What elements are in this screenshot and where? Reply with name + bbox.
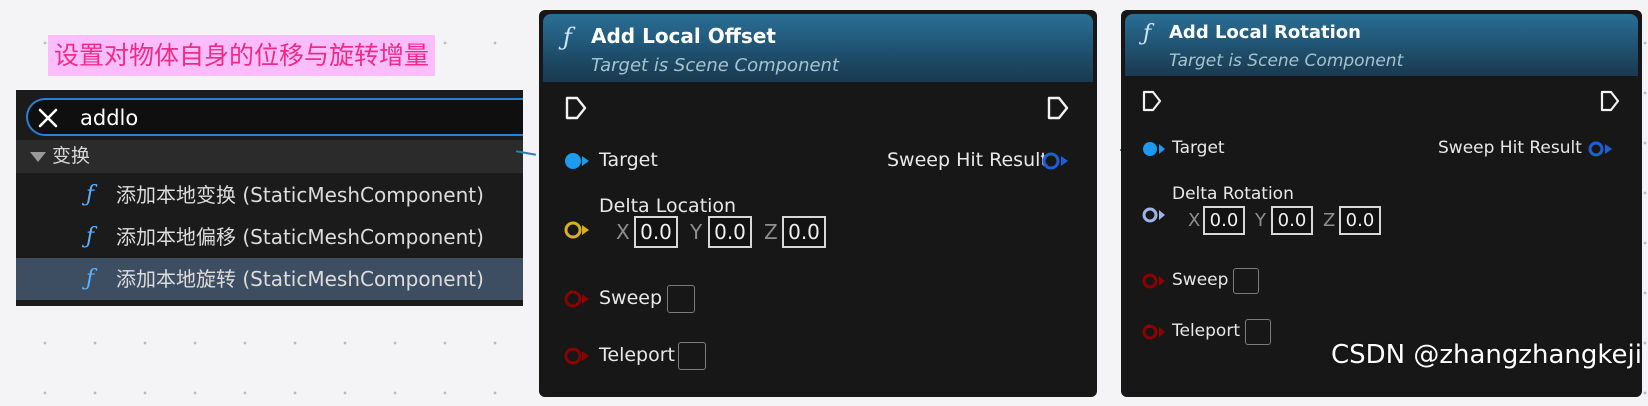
z-value-field[interactable]: 0.0 bbox=[1339, 206, 1381, 235]
sweep-pin-icon[interactable] bbox=[563, 289, 591, 309]
z-value-field[interactable]: 0.0 bbox=[782, 216, 826, 248]
x-value-field[interactable]: 0.0 bbox=[1203, 206, 1245, 235]
node-header[interactable]: ƒ Add Local Rotation Target is Scene Com… bbox=[1125, 14, 1638, 76]
clear-search-icon[interactable] bbox=[36, 106, 60, 130]
pin-output-label: Sweep Hit Result bbox=[1438, 138, 1582, 158]
search-panel: 变换 ƒ 添加本地变换 (StaticMeshComponent) ƒ 添加本地… bbox=[16, 90, 523, 306]
teleport-checkbox[interactable] bbox=[678, 342, 706, 370]
teleport-pin-icon[interactable] bbox=[563, 346, 591, 366]
teleport-pin-icon[interactable] bbox=[1141, 323, 1167, 341]
target-pin-icon[interactable] bbox=[1141, 140, 1167, 158]
watermark: CSDN @zhangzhangkeji bbox=[1330, 340, 1642, 370]
exec-in-icon[interactable] bbox=[564, 95, 588, 121]
result-label: 添加本地旋转 (StaticMeshComponent) bbox=[116, 267, 484, 291]
hit-result-pin-icon[interactable] bbox=[1587, 140, 1615, 158]
vector-pin-icon[interactable] bbox=[563, 220, 591, 240]
pin-delta-location-label: Delta Location bbox=[599, 195, 737, 217]
category-label: 变换 bbox=[52, 145, 91, 167]
pin-target-label: Target bbox=[599, 149, 658, 171]
sweep-checkbox[interactable] bbox=[1233, 268, 1259, 294]
pin-target-label: Target bbox=[1172, 138, 1225, 158]
exec-in-icon[interactable] bbox=[1141, 89, 1163, 113]
search-box[interactable] bbox=[26, 98, 523, 136]
node-title: Add Local Rotation bbox=[1169, 22, 1361, 43]
hit-result-pin-icon[interactable] bbox=[1041, 151, 1071, 171]
pin-delta-rotation-label: Delta Rotation bbox=[1172, 184, 1294, 204]
y-label: Y bbox=[1255, 210, 1266, 231]
function-icon: ƒ bbox=[86, 182, 95, 207]
y-label: Y bbox=[690, 220, 703, 244]
node-header[interactable]: ƒ Add Local Offset Target is Scene Compo… bbox=[543, 14, 1093, 82]
x-label: X bbox=[1188, 210, 1201, 231]
node-add-local-rotation[interactable]: ƒ Add Local Rotation Target is Scene Com… bbox=[1121, 10, 1642, 397]
pin-teleport-label: Teleport bbox=[599, 344, 675, 366]
result-add-local-offset[interactable]: ƒ 添加本地偏移 (StaticMeshComponent) bbox=[16, 216, 523, 258]
x-value-field[interactable]: 0.0 bbox=[634, 216, 678, 248]
target-pin-icon[interactable] bbox=[563, 151, 591, 171]
collapse-triangle-icon[interactable] bbox=[30, 152, 46, 162]
result-label: 添加本地变换 (StaticMeshComponent) bbox=[116, 183, 484, 207]
node-title: Add Local Offset bbox=[591, 24, 776, 48]
annotation-label: 设置对物体自身的位移与旋转增量 bbox=[48, 35, 436, 76]
pin-output-label: Sweep Hit Result bbox=[887, 149, 1048, 171]
teleport-checkbox[interactable] bbox=[1245, 319, 1271, 345]
pin-teleport-label: Teleport bbox=[1172, 321, 1240, 341]
x-label: X bbox=[616, 220, 630, 244]
sweep-pin-icon[interactable] bbox=[1141, 272, 1167, 290]
node-subtitle: Target is Scene Component bbox=[591, 55, 840, 76]
function-icon: ƒ bbox=[1143, 21, 1152, 46]
y-value-field[interactable]: 0.0 bbox=[708, 216, 752, 248]
result-add-local-transform[interactable]: ƒ 添加本地变换 (StaticMeshComponent) bbox=[16, 174, 523, 216]
category-transform[interactable]: 变换 bbox=[16, 140, 523, 173]
search-input[interactable] bbox=[80, 102, 460, 134]
rotator-pin-icon[interactable] bbox=[1141, 206, 1167, 224]
node-subtitle: Target is Scene Component bbox=[1169, 51, 1404, 71]
function-icon: ƒ bbox=[86, 224, 95, 249]
result-label: 添加本地偏移 (StaticMeshComponent) bbox=[116, 225, 484, 249]
exec-out-icon[interactable] bbox=[1599, 89, 1621, 113]
function-icon: ƒ bbox=[563, 23, 572, 51]
y-value-field[interactable]: 0.0 bbox=[1271, 206, 1313, 235]
z-label: Z bbox=[764, 220, 778, 244]
result-add-local-rotation[interactable]: ƒ 添加本地旋转 (StaticMeshComponent) bbox=[16, 258, 523, 300]
sweep-checkbox[interactable] bbox=[667, 285, 695, 313]
node-add-local-offset[interactable]: ƒ Add Local Offset Target is Scene Compo… bbox=[539, 10, 1097, 397]
function-icon: ƒ bbox=[86, 266, 95, 291]
exec-out-icon[interactable] bbox=[1046, 95, 1070, 121]
pin-sweep-label: Sweep bbox=[1172, 270, 1229, 290]
pin-sweep-label: Sweep bbox=[599, 287, 663, 309]
z-label: Z bbox=[1323, 210, 1336, 231]
